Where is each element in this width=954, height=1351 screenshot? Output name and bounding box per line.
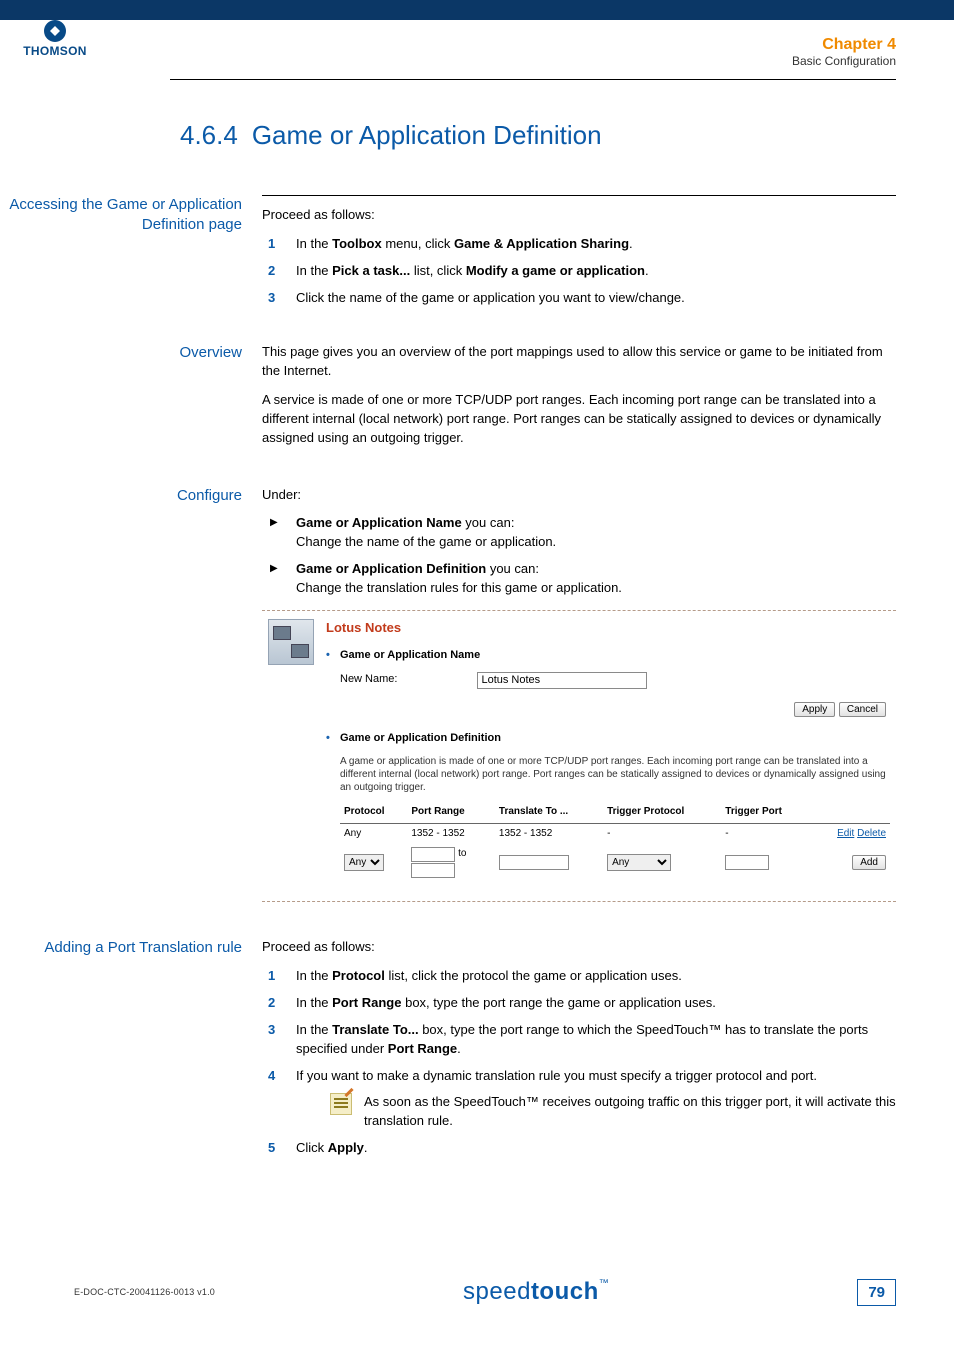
top-bar	[0, 0, 954, 20]
configure-bullets: Game or Application Name you can: Change…	[262, 514, 896, 597]
to-label: to	[458, 848, 466, 859]
brand-name: THOMSON	[20, 44, 90, 58]
application-icon	[268, 619, 314, 665]
add-step-3: In the Translate To... box, type the por…	[262, 1021, 896, 1059]
bullet-name: Game or Application Name you can: Change…	[262, 514, 896, 552]
cancel-button[interactable]: Cancel	[839, 702, 886, 717]
add-step-1: In the Protocol list, click the protocol…	[262, 967, 896, 986]
note-text: As soon as the SpeedTouch™ receives outg…	[364, 1093, 896, 1131]
th-actions	[811, 802, 890, 823]
cell-protocol: Any	[340, 823, 407, 844]
side-heading-accessing: Accessing the Game or Application Defini…	[0, 195, 262, 236]
page-footer: E-DOC-CTC-20041126-0013 v1.0 speedtouch™…	[74, 1278, 896, 1306]
newname-label: New Name:	[340, 672, 397, 688]
bullet-definition: Game or Application Definition you can: …	[262, 560, 896, 598]
add-step-5: Click Apply.	[262, 1139, 896, 1158]
delete-link[interactable]: Delete	[857, 828, 886, 839]
accessing-steps: In the Toolbox menu, click Game & Applic…	[262, 235, 896, 308]
globe-icon	[44, 20, 66, 42]
add-step-4: If you want to make a dynamic translatio…	[262, 1067, 896, 1132]
th-trigger-port: Trigger Port	[721, 802, 811, 823]
step-3: Click the name of the game or applicatio…	[262, 289, 896, 308]
header-rule	[170, 79, 896, 80]
port-from-input[interactable]	[411, 847, 455, 862]
th-protocol: Protocol	[340, 802, 407, 823]
th-trigger-protocol: Trigger Protocol	[603, 802, 721, 823]
cell-tport: -	[721, 823, 811, 844]
table-input-row: Any to	[340, 844, 890, 881]
side-heading-adding: Adding a Port Translation rule	[0, 938, 262, 958]
pane-section-definition: Game or Application Definition	[326, 731, 890, 747]
section-heading: 4.6.4 Game or Application Definition	[180, 120, 896, 151]
step-1: In the Toolbox menu, click Game & Applic…	[262, 235, 896, 254]
chapter-subtitle: Basic Configuration	[792, 54, 896, 68]
doc-reference: E-DOC-CTC-20041126-0013 v1.0	[74, 1287, 215, 1297]
port-to-input[interactable]	[411, 863, 455, 878]
chapter-label: Chapter 4	[792, 36, 896, 54]
pane-title: Lotus Notes	[326, 619, 890, 638]
brand-logo: THOMSON	[20, 20, 90, 58]
screenshot-panel: Lotus Notes Game or Application Name New…	[262, 610, 896, 903]
pane-desc: A game or application is made of one or …	[340, 755, 890, 794]
add-step-2: In the Port Range box, type the port ran…	[262, 994, 896, 1013]
intro-text: Proceed as follows:	[262, 206, 896, 225]
newname-input[interactable]	[477, 672, 647, 689]
trigger-protocol-select[interactable]: Any	[607, 854, 671, 871]
cell-translate: 1352 - 1352	[495, 823, 603, 844]
translate-input[interactable]	[499, 855, 569, 870]
trigger-port-input[interactable]	[725, 855, 769, 870]
brand-speedtouch: speedtouch™	[463, 1278, 609, 1306]
page-number: 79	[857, 1279, 896, 1306]
step-2: In the Pick a task... list, click Modify…	[262, 262, 896, 281]
protocol-select[interactable]: Any	[344, 854, 384, 871]
section-title: Game or Application Definition	[252, 120, 602, 151]
overview-p2: A service is made of one or more TCP/UDP…	[262, 391, 896, 448]
adding-intro: Proceed as follows:	[262, 938, 896, 957]
table-row: Any 1352 - 1352 1352 - 1352 - - Edit Del…	[340, 823, 890, 844]
section-number: 4.6.4	[180, 120, 238, 151]
side-heading-overview: Overview	[0, 343, 262, 363]
add-button[interactable]: Add	[852, 855, 886, 870]
adding-steps: In the Protocol list, click the protocol…	[262, 967, 896, 1158]
th-translate: Translate To ...	[495, 802, 603, 823]
pane-section-name: Game or Application Name	[326, 648, 890, 664]
th-portrange: Port Range	[407, 802, 495, 823]
edit-link[interactable]: Edit	[837, 828, 854, 839]
chapter-block: Chapter 4 Basic Configuration	[792, 36, 896, 68]
cell-portrange: 1352 - 1352	[407, 823, 495, 844]
port-table: Protocol Port Range Translate To ... Tri…	[340, 802, 890, 881]
section-rule	[262, 195, 896, 196]
note-block: As soon as the SpeedTouch™ receives outg…	[330, 1093, 896, 1131]
configure-intro: Under:	[262, 486, 896, 505]
panel-icon-area	[262, 619, 326, 882]
apply-button[interactable]: Apply	[794, 702, 835, 717]
cell-tprotocol: -	[603, 823, 721, 844]
overview-p1: This page gives you an overview of the p…	[262, 343, 896, 381]
note-icon	[330, 1093, 352, 1115]
side-heading-configure: Configure	[0, 486, 262, 506]
